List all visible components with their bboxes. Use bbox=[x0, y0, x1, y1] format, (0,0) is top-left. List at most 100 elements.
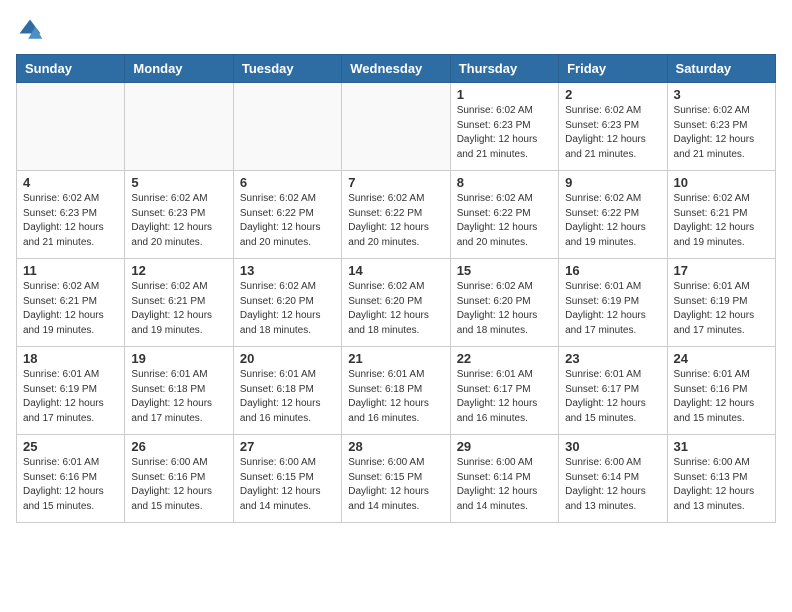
day-number: 24 bbox=[674, 351, 769, 366]
day-number: 23 bbox=[565, 351, 660, 366]
calendar-cell: 11Sunrise: 6:02 AM Sunset: 6:21 PM Dayli… bbox=[17, 259, 125, 347]
day-info: Sunrise: 6:02 AM Sunset: 6:20 PM Dayligh… bbox=[457, 280, 552, 338]
calendar-cell: 6 Sunrise: 6:02 AM Sunset: 6:22 PM Daylig… bbox=[233, 171, 341, 259]
day-info: Sunrise: 6:02 AM Sunset: 6:23 PM Dayligh… bbox=[674, 104, 769, 162]
calendar-cell: 8Sunrise: 6:02 AM Sunset: 6:22 PM Daylig… bbox=[450, 171, 558, 259]
day-info: Sunrise: 6:01 AM Sunset: 6:16 PM Dayligh… bbox=[674, 368, 769, 426]
weekday-header-friday: Friday bbox=[559, 55, 667, 83]
calendar-cell bbox=[125, 83, 233, 171]
calendar-cell: 30 Sunrise: 6:00 AM Sunset: 6:14 PM Dayli… bbox=[559, 435, 667, 523]
day-number: 19 bbox=[131, 351, 226, 366]
weekday-row: SundayMondayTuesdayWednesdayThursdayFrid… bbox=[17, 55, 776, 83]
calendar-cell: 14 Sunrise: 6:02 AM Sunset: 6:20 PM Dayli… bbox=[342, 259, 450, 347]
day-number: 14 bbox=[348, 263, 443, 278]
calendar-cell: 4 Sunrise: 6:02 AM Sunset: 6:23 PM Daylig… bbox=[17, 171, 125, 259]
day-info: Sunrise: 6:01 AM Sunset: 6:18 PM Dayligh… bbox=[348, 368, 443, 426]
day-info: Sunrise: 6:02 AM Sunset: 6:23 PM Dayligh… bbox=[457, 104, 552, 162]
day-info: Sunrise: 6:02 AM Sunset: 6:22 PM Dayligh… bbox=[348, 192, 443, 250]
day-number: 16 bbox=[565, 263, 660, 278]
weekday-header-tuesday: Tuesday bbox=[233, 55, 341, 83]
day-info: Sunrise: 6:01 AM Sunset: 6:16 PM Dayligh… bbox=[23, 456, 118, 514]
day-info: Sunrise: 6:00 AM Sunset: 6:14 PM Dayligh… bbox=[565, 456, 660, 514]
day-number: 9 bbox=[565, 175, 660, 190]
calendar-cell: 24 Sunrise: 6:01 AM Sunset: 6:16 PM Dayli… bbox=[667, 347, 775, 435]
weekday-header-saturday: Saturday bbox=[667, 55, 775, 83]
calendar-cell: 9 Sunrise: 6:02 AM Sunset: 6:22 PM Daylig… bbox=[559, 171, 667, 259]
calendar-table: SundayMondayTuesdayWednesdayThursdayFrid… bbox=[16, 54, 776, 523]
calendar-cell: 23Sunrise: 6:01 AM Sunset: 6:17 PM Dayli… bbox=[559, 347, 667, 435]
day-number: 21 bbox=[348, 351, 443, 366]
day-number: 7 bbox=[348, 175, 443, 190]
weekday-header-sunday: Sunday bbox=[17, 55, 125, 83]
calendar-cell bbox=[342, 83, 450, 171]
day-number: 4 bbox=[23, 175, 118, 190]
day-number: 28 bbox=[348, 439, 443, 454]
day-info: Sunrise: 6:00 AM Sunset: 6:15 PM Dayligh… bbox=[348, 456, 443, 514]
calendar-header: SundayMondayTuesdayWednesdayThursdayFrid… bbox=[17, 55, 776, 83]
logo-icon bbox=[16, 16, 44, 44]
calendar-cell: 2Sunrise: 6:02 AM Sunset: 6:23 PM Daylig… bbox=[559, 83, 667, 171]
calendar-cell: 7 Sunrise: 6:02 AM Sunset: 6:22 PM Daylig… bbox=[342, 171, 450, 259]
day-info: Sunrise: 6:01 AM Sunset: 6:19 PM Dayligh… bbox=[565, 280, 660, 338]
day-info: Sunrise: 6:02 AM Sunset: 6:23 PM Dayligh… bbox=[565, 104, 660, 162]
day-number: 3 bbox=[674, 87, 769, 102]
day-info: Sunrise: 6:02 AM Sunset: 6:22 PM Dayligh… bbox=[457, 192, 552, 250]
day-info: Sunrise: 6:00 AM Sunset: 6:15 PM Dayligh… bbox=[240, 456, 335, 514]
calendar-cell bbox=[233, 83, 341, 171]
day-info: Sunrise: 6:02 AM Sunset: 6:21 PM Dayligh… bbox=[131, 280, 226, 338]
day-number: 1 bbox=[457, 87, 552, 102]
day-number: 5 bbox=[131, 175, 226, 190]
calendar-cell: 25 Sunrise: 6:01 AM Sunset: 6:16 PM Dayli… bbox=[17, 435, 125, 523]
day-number: 15 bbox=[457, 263, 552, 278]
day-info: Sunrise: 6:02 AM Sunset: 6:21 PM Dayligh… bbox=[674, 192, 769, 250]
calendar-cell: 22Sunrise: 6:01 AM Sunset: 6:17 PM Dayli… bbox=[450, 347, 558, 435]
day-info: Sunrise: 6:02 AM Sunset: 6:20 PM Dayligh… bbox=[240, 280, 335, 338]
day-info: Sunrise: 6:01 AM Sunset: 6:18 PM Dayligh… bbox=[131, 368, 226, 426]
week-row-2: 4 Sunrise: 6:02 AM Sunset: 6:23 PM Daylig… bbox=[17, 171, 776, 259]
weekday-header-wednesday: Wednesday bbox=[342, 55, 450, 83]
day-info: Sunrise: 6:01 AM Sunset: 6:19 PM Dayligh… bbox=[674, 280, 769, 338]
day-info: Sunrise: 6:02 AM Sunset: 6:20 PM Dayligh… bbox=[348, 280, 443, 338]
day-number: 26 bbox=[131, 439, 226, 454]
day-info: Sunrise: 6:00 AM Sunset: 6:13 PM Dayligh… bbox=[674, 456, 769, 514]
weekday-header-thursday: Thursday bbox=[450, 55, 558, 83]
day-info: Sunrise: 6:00 AM Sunset: 6:16 PM Dayligh… bbox=[131, 456, 226, 514]
day-info: Sunrise: 6:01 AM Sunset: 6:19 PM Dayligh… bbox=[23, 368, 118, 426]
calendar-cell: 28 Sunrise: 6:00 AM Sunset: 6:15 PM Dayli… bbox=[342, 435, 450, 523]
week-row-5: 25 Sunrise: 6:01 AM Sunset: 6:16 PM Dayli… bbox=[17, 435, 776, 523]
calendar-body: 1 Sunrise: 6:02 AM Sunset: 6:23 PM Daylig… bbox=[17, 83, 776, 523]
day-number: 27 bbox=[240, 439, 335, 454]
calendar-cell: 1 Sunrise: 6:02 AM Sunset: 6:23 PM Daylig… bbox=[450, 83, 558, 171]
day-info: Sunrise: 6:00 AM Sunset: 6:14 PM Dayligh… bbox=[457, 456, 552, 514]
day-number: 25 bbox=[23, 439, 118, 454]
day-number: 6 bbox=[240, 175, 335, 190]
day-info: Sunrise: 6:02 AM Sunset: 6:23 PM Dayligh… bbox=[131, 192, 226, 250]
page-header bbox=[16, 16, 776, 44]
calendar-cell: 27 Sunrise: 6:00 AM Sunset: 6:15 PM Dayli… bbox=[233, 435, 341, 523]
calendar-cell: 31Sunrise: 6:00 AM Sunset: 6:13 PM Dayli… bbox=[667, 435, 775, 523]
logo bbox=[16, 16, 48, 44]
day-number: 12 bbox=[131, 263, 226, 278]
calendar-cell: 18 Sunrise: 6:01 AM Sunset: 6:19 PM Dayli… bbox=[17, 347, 125, 435]
day-info: Sunrise: 6:02 AM Sunset: 6:22 PM Dayligh… bbox=[565, 192, 660, 250]
day-number: 10 bbox=[674, 175, 769, 190]
week-row-1: 1 Sunrise: 6:02 AM Sunset: 6:23 PM Daylig… bbox=[17, 83, 776, 171]
week-row-3: 11Sunrise: 6:02 AM Sunset: 6:21 PM Dayli… bbox=[17, 259, 776, 347]
calendar-cell: 15 Sunrise: 6:02 AM Sunset: 6:20 PM Dayli… bbox=[450, 259, 558, 347]
calendar-cell: 13Sunrise: 6:02 AM Sunset: 6:20 PM Dayli… bbox=[233, 259, 341, 347]
calendar-cell: 21 Sunrise: 6:01 AM Sunset: 6:18 PM Dayli… bbox=[342, 347, 450, 435]
calendar-cell: 10 Sunrise: 6:02 AM Sunset: 6:21 PM Dayli… bbox=[667, 171, 775, 259]
day-info: Sunrise: 6:02 AM Sunset: 6:22 PM Dayligh… bbox=[240, 192, 335, 250]
day-info: Sunrise: 6:01 AM Sunset: 6:18 PM Dayligh… bbox=[240, 368, 335, 426]
day-info: Sunrise: 6:02 AM Sunset: 6:23 PM Dayligh… bbox=[23, 192, 118, 250]
calendar-cell: 16 Sunrise: 6:01 AM Sunset: 6:19 PM Dayli… bbox=[559, 259, 667, 347]
day-number: 18 bbox=[23, 351, 118, 366]
calendar-cell: 19 Sunrise: 6:01 AM Sunset: 6:18 PM Dayli… bbox=[125, 347, 233, 435]
calendar-cell: 5 Sunrise: 6:02 AM Sunset: 6:23 PM Daylig… bbox=[125, 171, 233, 259]
day-number: 30 bbox=[565, 439, 660, 454]
day-number: 29 bbox=[457, 439, 552, 454]
calendar-cell bbox=[17, 83, 125, 171]
day-number: 22 bbox=[457, 351, 552, 366]
calendar-cell: 29 Sunrise: 6:00 AM Sunset: 6:14 PM Dayli… bbox=[450, 435, 558, 523]
day-number: 20 bbox=[240, 351, 335, 366]
